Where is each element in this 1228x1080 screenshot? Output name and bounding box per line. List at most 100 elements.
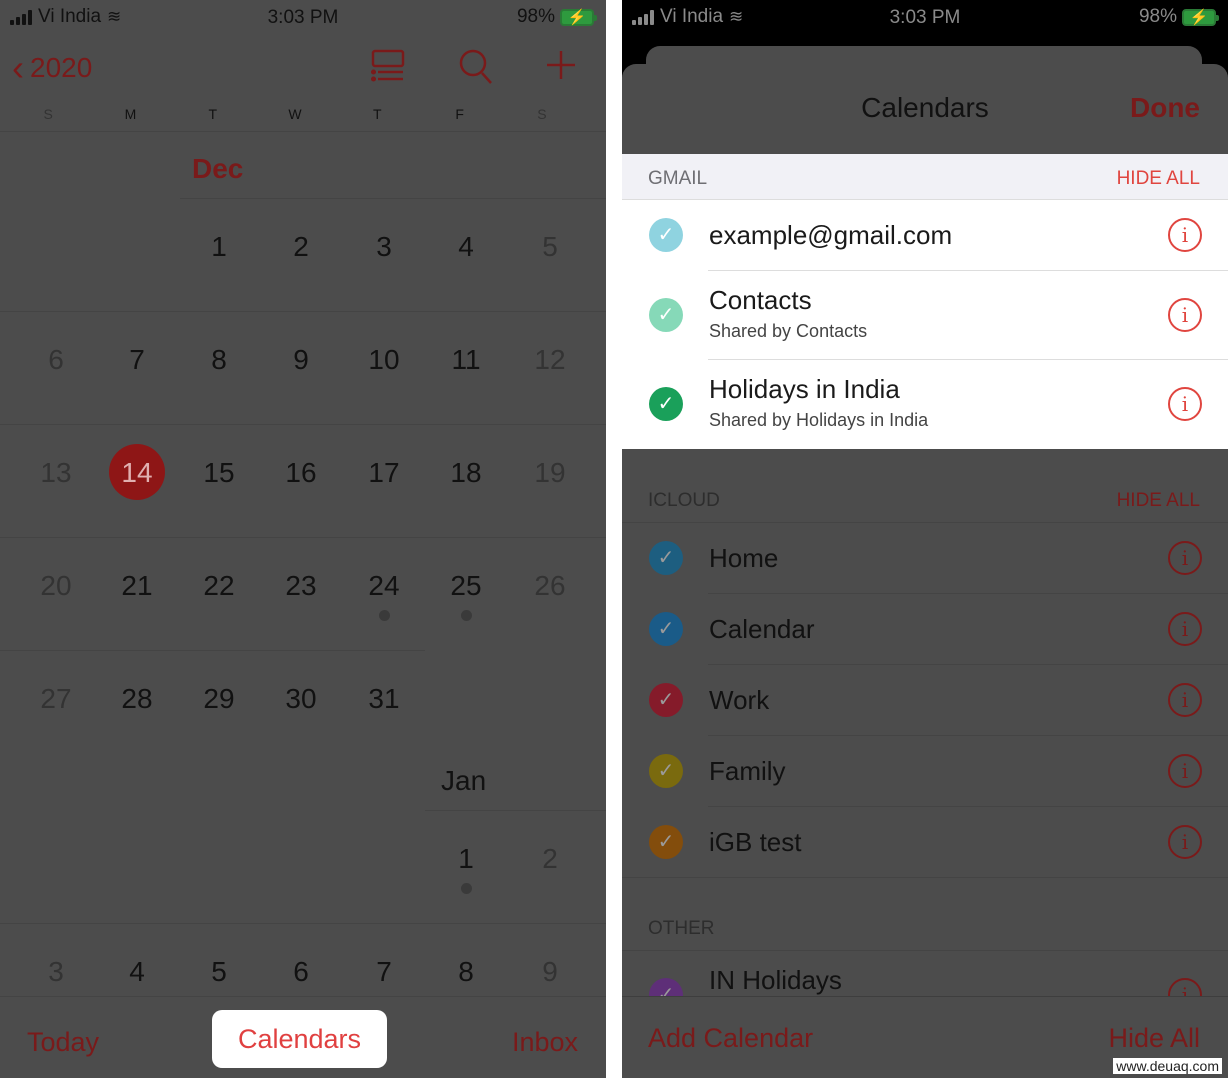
done-button[interactable]: Done [1130,92,1200,124]
checkmark-icon[interactable]: ✓ [649,218,683,252]
checkmark-icon[interactable]: ✓ [649,683,683,717]
day-cell[interactable]: 16 [271,457,331,489]
day-cell[interactable]: 15 [189,457,249,489]
calendar-name: iGB test [709,827,802,857]
info-icon[interactable]: i [1168,541,1202,575]
search-icon[interactable] [458,48,494,91]
calendar-name: Contacts [709,285,812,315]
checkmark-icon[interactable]: ✓ [649,298,683,332]
day-cell[interactable]: 29 [189,683,249,715]
calendar-row[interactable]: ✓ Home i [622,523,1228,594]
day-cell[interactable]: 1 [189,231,249,263]
calendar-row[interactable]: ✓ iGB test i [622,807,1228,878]
day-cell[interactable]: 27 [26,683,86,715]
add-calendar-button[interactable]: Add Calendar [648,1023,813,1054]
checkmark-icon[interactable]: ✓ [649,825,683,859]
status-time: 3:03 PM [267,7,339,28]
day-cell[interactable]: 9 [271,344,331,376]
list-view-icon[interactable] [370,48,406,89]
icloud-list: ✓ Home i ✓ Calendar i ✓ Work i ✓ Family … [622,522,1228,878]
calendar-subtitle: Shared by Contacts [709,321,868,341]
day-cell[interactable]: 3 [26,956,86,988]
hide-all-gmail-button[interactable]: HIDE ALL [1117,168,1200,190]
day-cell[interactable]: 7 [354,956,414,988]
info-icon[interactable]: i [1168,612,1202,646]
status-time: 3:03 PM [889,7,961,28]
info-icon[interactable]: i [1168,387,1202,421]
day-cell[interactable]: 4 [107,956,167,988]
day-cell[interactable]: 21 [107,570,167,602]
week-divider [0,923,606,924]
day-cell[interactable]: 28 [107,683,167,715]
day-cell[interactable]: 10 [354,344,414,376]
event-dot [461,610,472,621]
calendars-button[interactable]: Calendars [212,1010,387,1068]
day-cell[interactable]: 26 [520,570,580,602]
calendar-name: Holidays in India [709,374,900,404]
calendar-name: example@gmail.com [709,220,953,250]
day-cell[interactable]: 19 [520,457,580,489]
weekday-label: S [43,106,53,122]
back-button[interactable]: ‹ 2020 [12,50,92,86]
battery-group: 98% ⚡ [516,6,597,28]
info-icon[interactable]: i [1168,754,1202,788]
add-icon[interactable] [544,48,578,87]
checkmark-icon[interactable]: ✓ [649,541,683,575]
day-cell[interactable]: 17 [354,457,414,489]
checkmark-icon[interactable]: ✓ [649,387,683,421]
back-label: 2020 [30,52,93,83]
day-cell[interactable]: 31 [354,683,414,715]
day-cell[interactable]: 25 [436,570,496,602]
hide-all-icloud-button[interactable]: HIDE ALL [1117,490,1200,512]
day-cell[interactable]: 5 [520,231,580,263]
chevron-left-icon: ‹ [12,47,24,88]
day-cell[interactable]: 3 [354,231,414,263]
day-cell[interactable]: 30 [271,683,331,715]
day-cell[interactable]: 2 [520,843,580,875]
day-cell[interactable]: 13 [26,457,86,489]
event-dot [379,610,390,621]
day-cell[interactable]: 1 [436,843,496,875]
today-button[interactable]: Today [27,1027,99,1058]
day-cell[interactable]: 6 [271,956,331,988]
battery-percent: 98% [516,6,555,27]
day-cell[interactable]: 4 [436,231,496,263]
calendar-row[interactable]: ✓ example@gmail.com i [622,200,1228,271]
hide-all-button[interactable]: Hide All [1108,1023,1200,1054]
day-cell[interactable]: 18 [436,457,496,489]
day-cell[interactable]: 6 [26,344,86,376]
battery-icon: ⚡ [1182,8,1219,26]
day-cell[interactable]: 9 [520,956,580,988]
calendar-subtitle: Shared by Holidays in India [709,410,929,430]
day-cell[interactable]: 24 [354,570,414,602]
calendar-row[interactable]: ✓ Contacts Shared by Contacts i [622,271,1228,360]
bottom-toolbar: Today Calendars Inbox [0,996,606,1078]
checkmark-icon[interactable]: ✓ [649,612,683,646]
calendar-row[interactable]: ✓ Holidays in India Shared by Holidays i… [622,360,1228,449]
inbox-button[interactable]: Inbox [512,1027,578,1058]
day-cell[interactable]: 23 [271,570,331,602]
weekday-label: F [455,106,464,122]
checkmark-icon[interactable]: ✓ [649,754,683,788]
info-icon[interactable]: i [1168,298,1202,332]
watermark: www.deuaq.com [1113,1058,1222,1074]
day-cell[interactable]: 8 [436,956,496,988]
weekday-label: W [288,106,302,122]
day-cell[interactable]: 8 [189,344,249,376]
day-cell[interactable]: 22 [189,570,249,602]
day-cell[interactable]: 7 [107,344,167,376]
calendar-row[interactable]: ✓ Family i [622,736,1228,807]
day-cell[interactable]: 2 [271,231,331,263]
info-icon[interactable]: i [1168,825,1202,859]
info-icon[interactable]: i [1168,218,1202,252]
calendar-row[interactable]: ✓ Work i [622,665,1228,736]
calendar-name: Home [709,543,779,573]
calendar-row[interactable]: ✓ Calendar i [622,594,1228,665]
section-header: GMAIL HIDE ALL [622,154,1228,200]
day-cell[interactable]: 5 [189,956,249,988]
day-cell-today[interactable]: 14 [107,457,167,489]
day-cell[interactable]: 20 [26,570,86,602]
day-cell[interactable]: 11 [436,344,496,376]
day-cell[interactable]: 12 [520,344,580,376]
info-icon[interactable]: i [1168,683,1202,717]
